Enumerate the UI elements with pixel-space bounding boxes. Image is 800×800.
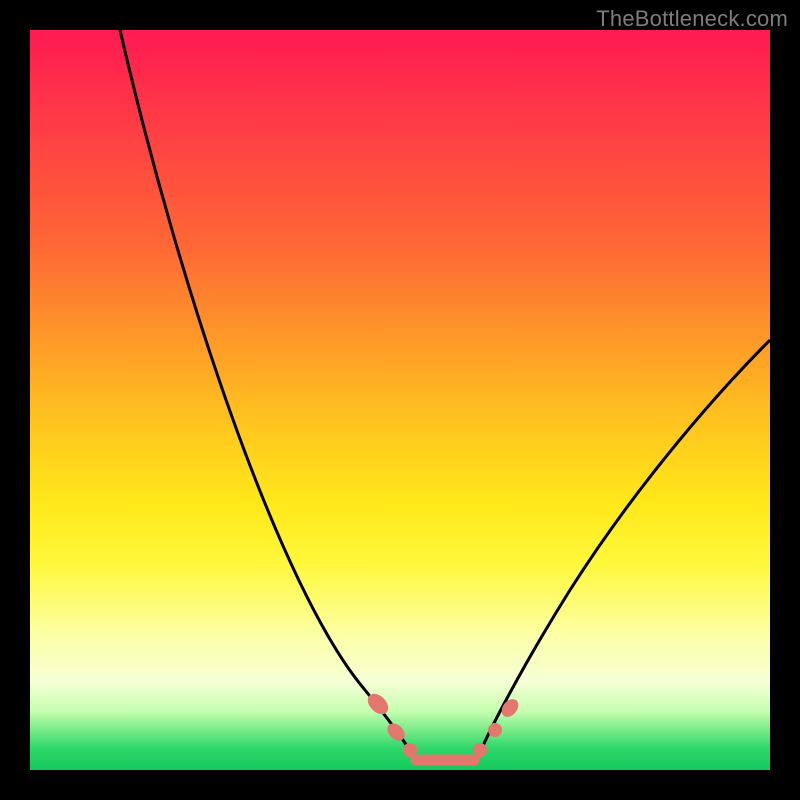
curve-right-branch (482, 340, 770, 748)
bottleneck-curve (30, 30, 770, 770)
marker-right-2 (488, 723, 502, 737)
valley-markers (364, 690, 522, 757)
watermark-text: TheBottleneck.com (596, 6, 788, 32)
marker-left-3 (403, 743, 417, 757)
plot-area (30, 30, 770, 770)
chart-frame: TheBottleneck.com (0, 0, 800, 800)
curve-left-branch (120, 30, 408, 748)
marker-right-1 (473, 743, 487, 757)
